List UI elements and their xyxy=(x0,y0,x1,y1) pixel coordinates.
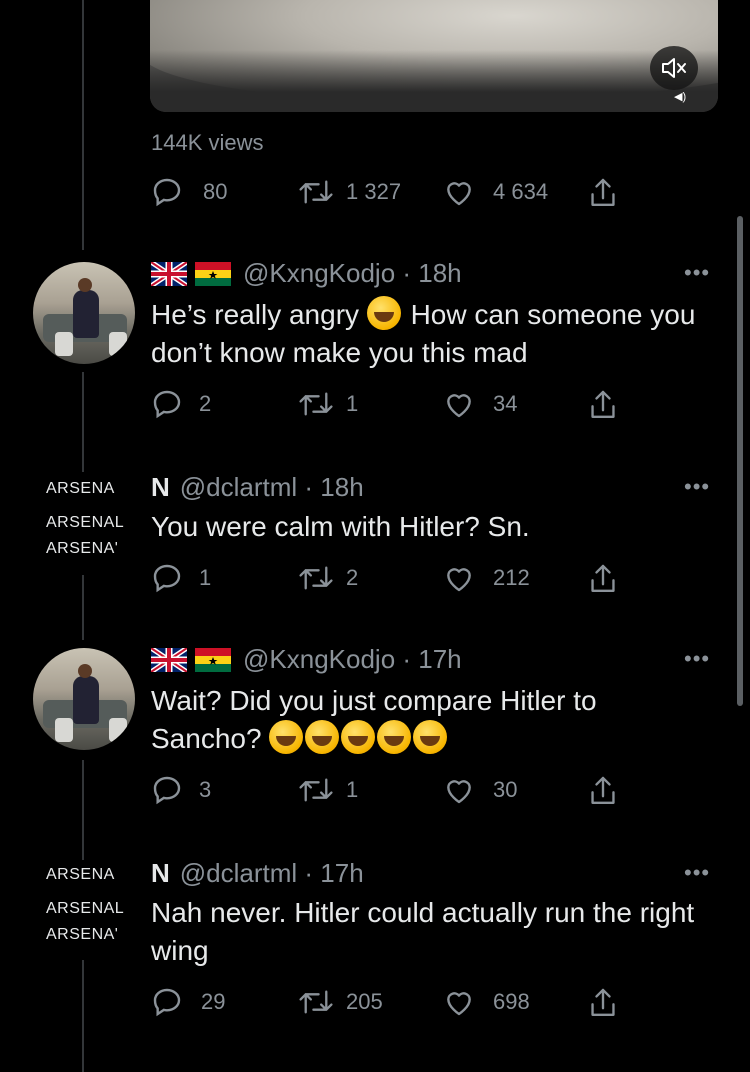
retweet-button[interactable]: 1 xyxy=(298,388,358,420)
avatar[interactable] xyxy=(33,262,135,364)
tweet-handle[interactable]: @dclartml · 17h xyxy=(180,858,364,889)
share-icon xyxy=(591,776,615,804)
like-icon xyxy=(447,568,471,592)
more-options-button[interactable]: ••• xyxy=(684,860,710,886)
retweet-count: 1 xyxy=(346,391,359,416)
ghana-flag-icon xyxy=(195,261,231,286)
retweet-count: 2 xyxy=(346,565,359,590)
share-icon xyxy=(591,390,615,418)
reply-count: 80 xyxy=(203,179,228,204)
reply-button[interactable]: 1 xyxy=(151,562,211,594)
share-button[interactable] xyxy=(587,774,619,808)
thread-line xyxy=(82,372,84,472)
reply-button[interactable]: 80 xyxy=(151,176,227,208)
uk-flag-icon xyxy=(151,647,187,672)
tweet-header: @KxngKodjo · 18h xyxy=(151,258,462,289)
video-player[interactable] xyxy=(150,0,718,112)
reply-count: 3 xyxy=(199,777,212,802)
reply-count: 1 xyxy=(199,565,212,590)
share-button[interactable] xyxy=(587,562,619,596)
thread-line xyxy=(82,960,84,1072)
retweet-icon xyxy=(299,566,333,590)
thread-line xyxy=(82,760,84,860)
retweet-icon xyxy=(299,180,333,204)
reply-button[interactable]: 3 xyxy=(151,774,211,806)
tweet-text: Wait? Did you just compare Hitler to San… xyxy=(151,685,597,754)
share-button[interactable] xyxy=(587,986,619,1020)
mute-button[interactable] xyxy=(650,46,698,90)
share-button[interactable] xyxy=(587,388,619,422)
avatar[interactable] xyxy=(33,648,135,750)
retweet-count: 1 327 xyxy=(346,179,402,204)
like-count: 212 xyxy=(493,565,530,590)
display-name[interactable]: N xyxy=(151,472,170,503)
retweet-count: 1 xyxy=(346,777,359,802)
retweet-icon xyxy=(299,778,333,802)
retweet-count: 205 xyxy=(346,989,383,1014)
volume-indicator-icon: ◀︎) xyxy=(674,91,687,103)
tweet-text: He’s really angry How can someone you do… xyxy=(151,296,711,372)
like-icon xyxy=(447,992,471,1016)
retweet-button[interactable]: 1 327 xyxy=(298,176,401,208)
reply-icon xyxy=(153,178,181,207)
tweet-header: N @dclartml · 17h xyxy=(151,858,364,889)
like-button[interactable]: 34 xyxy=(443,388,517,420)
tweet-handle[interactable]: @KxngKodjo · 17h xyxy=(243,644,462,675)
arsenal-logo-avatar[interactable]: ARSENA ARSENAL ARSENA' xyxy=(46,862,136,948)
reply-icon xyxy=(153,776,181,805)
retweet-icon xyxy=(299,392,333,416)
tweet-text: You were calm with Hitler? Sn. xyxy=(151,511,530,542)
like-button[interactable]: 4 634 xyxy=(443,176,548,208)
reply-icon xyxy=(153,564,181,593)
like-count: 30 xyxy=(493,777,518,802)
reply-icon xyxy=(153,988,181,1017)
uk-flag-icon xyxy=(151,261,187,286)
like-button[interactable]: 30 xyxy=(443,774,517,806)
retweet-button[interactable]: 2 xyxy=(298,562,358,594)
like-button[interactable]: 212 xyxy=(443,562,530,594)
rofl-emoji-icon xyxy=(341,720,376,754)
mute-icon xyxy=(662,58,686,78)
rofl-emoji-icon xyxy=(413,720,448,754)
thread-line xyxy=(82,0,84,250)
share-icon xyxy=(591,564,615,592)
rofl-emoji-icon xyxy=(377,720,412,754)
like-count: 4 634 xyxy=(493,179,549,204)
like-icon xyxy=(447,780,471,804)
tweet-header: @KxngKodjo · 17h xyxy=(151,644,462,675)
tweet-handle[interactable]: @dclartml · 18h xyxy=(180,472,364,503)
reply-button[interactable]: 29 xyxy=(151,986,225,1018)
thread-line xyxy=(82,575,84,640)
more-options-button[interactable]: ••• xyxy=(684,646,710,672)
more-options-button[interactable]: ••• xyxy=(684,474,710,500)
retweet-icon xyxy=(299,990,333,1014)
reply-button[interactable]: 2 xyxy=(151,388,211,420)
like-count: 34 xyxy=(493,391,518,416)
reply-count: 29 xyxy=(201,989,226,1014)
display-name[interactable]: N xyxy=(151,858,170,889)
like-icon xyxy=(447,182,471,206)
tweet-handle[interactable]: @KxngKodjo · 18h xyxy=(243,258,462,289)
ghana-flag-icon xyxy=(195,647,231,672)
like-count: 698 xyxy=(493,989,530,1014)
like-button[interactable]: 698 xyxy=(443,986,530,1018)
like-icon xyxy=(447,394,471,418)
rofl-emoji-icon xyxy=(305,720,340,754)
view-count: 144K views xyxy=(151,130,264,155)
tweet-text: Nah never. Hitler could actually run the… xyxy=(151,897,695,966)
arsenal-logo-avatar[interactable]: ARSENA ARSENAL ARSENA' xyxy=(46,476,136,562)
share-icon xyxy=(591,178,615,206)
scrollbar[interactable] xyxy=(737,216,743,706)
reply-count: 2 xyxy=(199,391,212,416)
rofl-emoji-icon xyxy=(269,720,304,754)
share-button[interactable] xyxy=(587,176,619,210)
retweet-button[interactable]: 205 xyxy=(298,986,383,1018)
reply-icon xyxy=(153,390,181,419)
rofl-emoji-icon xyxy=(366,296,401,330)
tweet-header: N @dclartml · 18h xyxy=(151,472,364,503)
retweet-button[interactable]: 1 xyxy=(298,774,358,806)
share-icon xyxy=(591,988,615,1016)
more-options-button[interactable]: ••• xyxy=(684,260,710,286)
